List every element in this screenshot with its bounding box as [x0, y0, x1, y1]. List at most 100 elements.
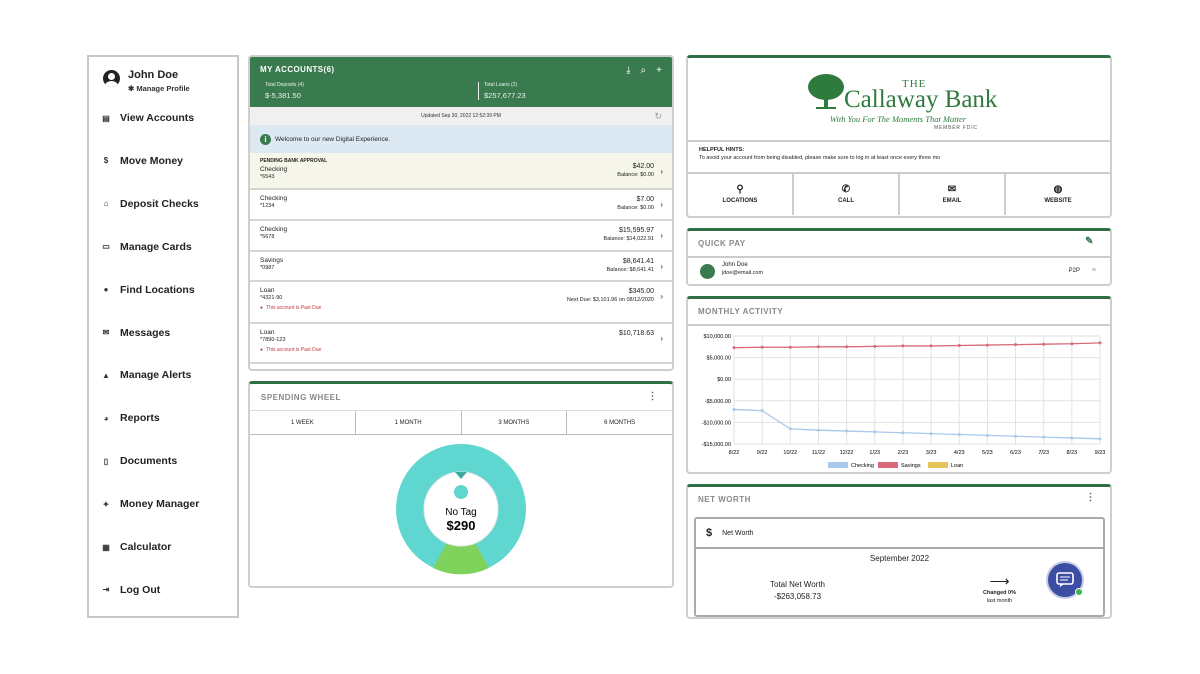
chevron-right-icon: › [660, 167, 663, 176]
y-tick-label: -$15,000.00 [702, 442, 731, 448]
data-point[interactable] [929, 432, 933, 436]
x-tick-label: 6/23 [1010, 450, 1021, 456]
data-point[interactable] [901, 344, 905, 348]
data-point[interactable] [816, 428, 820, 432]
more-menu-icon[interactable]: ⋮ [648, 391, 659, 402]
helpful-hints: HELPFUL HINTS: To avoid your account from… [688, 142, 1110, 174]
sidebar-item-label: Calculator [120, 541, 172, 553]
data-point[interactable] [1042, 342, 1046, 346]
refresh-icon[interactable]: ↻ [654, 107, 662, 125]
x-tick-label: 1/23 [869, 450, 880, 456]
y-tick-label: $10,000.00 [703, 334, 731, 340]
data-point[interactable] [1070, 436, 1074, 440]
sidebar-item-manage-alerts[interactable]: ▲ Manage Alerts [101, 369, 191, 381]
data-point[interactable] [760, 409, 764, 413]
data-point[interactable] [788, 427, 792, 431]
account-number: *7890-123 [260, 337, 286, 343]
call-link[interactable]: ✆ CALL [794, 174, 900, 215]
tab-1-month[interactable]: 1 MONTH [356, 411, 462, 434]
account-balance: Next Due: $3,101.96 on 08/12/2020 [566, 297, 654, 303]
data-point[interactable] [1098, 437, 1102, 441]
data-point[interactable] [929, 344, 933, 348]
y-tick-label: $0.00 [717, 377, 731, 383]
search-icon[interactable]: ⌕ [641, 65, 647, 76]
sidebar-item-reports[interactable]: ◕ Reports [101, 412, 160, 424]
data-point[interactable] [1098, 341, 1102, 345]
account-balance: Balance: $8,641.41 [606, 267, 654, 273]
sidebar-item-label: Reports [120, 412, 160, 425]
contact-avatar-icon [700, 264, 715, 279]
x-tick-label: 12/22 [840, 450, 854, 456]
account-row[interactable]: Loan*7890-123 This account is Past Due $10… [250, 324, 672, 364]
avatar-icon [103, 70, 120, 87]
edit-icon[interactable]: ✎ [1085, 236, 1094, 247]
profile[interactable]: John Doe ✱ Manage Profile [103, 69, 190, 93]
location-pin-icon: ● [103, 285, 109, 295]
data-point[interactable] [1042, 435, 1046, 439]
tab-3-months[interactable]: 3 MONTHS [462, 411, 568, 434]
fdic-label: MEMBER FDIC [934, 125, 978, 131]
data-point[interactable] [732, 407, 736, 411]
data-point[interactable] [985, 433, 989, 437]
data-point[interactable] [845, 429, 849, 433]
tab-6-months[interactable]: 6 MONTHS [567, 411, 672, 434]
data-point[interactable] [845, 345, 849, 349]
data-point[interactable] [1014, 434, 1018, 438]
contact-menu-icon[interactable]: ≡ [1092, 267, 1096, 274]
bank-info-panel: THE Callaway Bank With You For The Momen… [686, 55, 1112, 218]
x-tick-label: 8/22 [729, 450, 740, 456]
sidebar-item-messages[interactable]: ✉ Messages [101, 327, 171, 339]
sidebar-item-label: Documents [120, 455, 178, 468]
add-icon[interactable]: + [656, 65, 662, 76]
sidebar-item-money-manager[interactable]: ✦ Money Manager [101, 498, 200, 510]
data-point[interactable] [788, 345, 792, 349]
account-row[interactable]: PENDING BANK APPROVAL Checking *6543 $42.00… [250, 153, 672, 190]
sidebar-item-documents[interactable]: ▯ Documents [101, 455, 177, 467]
data-point[interactable] [816, 345, 820, 349]
net-worth-menu-icon[interactable]: ⋮ [1086, 492, 1097, 503]
data-point[interactable] [1014, 343, 1018, 347]
account-row[interactable]: Loan*4321-90This account is Past Due$345… [250, 282, 672, 324]
quick-pay-contact[interactable]: John Doe jdoe@email.com P2P ≡ [688, 258, 1110, 284]
data-point[interactable] [901, 431, 905, 435]
sidebar-item-calculator[interactable]: ▦ Calculator [101, 541, 171, 553]
data-point[interactable] [985, 343, 989, 347]
data-point[interactable] [957, 432, 961, 436]
account-amount: $8,641.41 [622, 258, 654, 265]
sidebar-item-label: Manage Cards [120, 240, 192, 253]
x-tick-label: 7/23 [1038, 450, 1049, 456]
sidebar-item-label: Find Locations [120, 283, 195, 296]
locations-link[interactable]: ⚲ LOCATIONS [688, 174, 794, 215]
spending-donut[interactable]: No Tag $290 [250, 437, 672, 587]
quick-pay-title: QUICK PAY [698, 239, 746, 248]
sidebar-item-view-accounts[interactable]: ▤ View Accounts [101, 112, 194, 124]
chat-button[interactable] [1048, 563, 1083, 597]
account-row[interactable]: Savings *0987 $8,641.41 Balance: $8,641.41 › [250, 252, 672, 282]
sidebar-item-move-money[interactable]: $ Move Money [101, 155, 183, 167]
chevron-right-icon: › [660, 262, 663, 271]
account-amount: $345.00 [628, 288, 654, 295]
data-point[interactable] [1070, 342, 1074, 346]
data-point[interactable] [873, 430, 877, 434]
pie-chart-icon: ◕ [103, 413, 109, 423]
sidebar-item-find-locations[interactable]: ● Find Locations [101, 284, 195, 296]
data-point[interactable] [957, 344, 961, 348]
sidebar-item-deposit-checks[interactable]: ⌂ Deposit Checks [101, 198, 199, 210]
dollar-icon: $ [706, 527, 713, 539]
data-point[interactable] [873, 344, 877, 348]
account-name: Checking [260, 226, 288, 233]
x-tick-label: 2/23 [898, 450, 909, 456]
sidebar-item-log-out[interactable]: ⇥ Log Out [101, 584, 161, 596]
account-row[interactable]: Checking *1234 $7.00 Balance: $0.00 › [250, 190, 672, 221]
manage-profile-link[interactable]: ✱ Manage Profile [128, 84, 190, 93]
account-balance: Balance: $0.00 [617, 172, 654, 178]
account-row[interactable]: Checking *5678 $15,595.97 Balance: $14,022.… [250, 221, 672, 252]
tab-1-week[interactable]: 1 WEEK [250, 411, 356, 434]
email-link[interactable]: ✉ EMAIL [900, 174, 1006, 215]
download-icon[interactable]: ⤓ [626, 65, 630, 76]
sidebar-item-manage-cards[interactable]: ▭ Manage Cards [101, 241, 192, 253]
website-link[interactable]: ◍ WEBSITE [1006, 174, 1110, 215]
data-point[interactable] [732, 346, 736, 350]
data-point[interactable] [760, 345, 764, 349]
bank-name: Callaway Bank [844, 86, 998, 113]
